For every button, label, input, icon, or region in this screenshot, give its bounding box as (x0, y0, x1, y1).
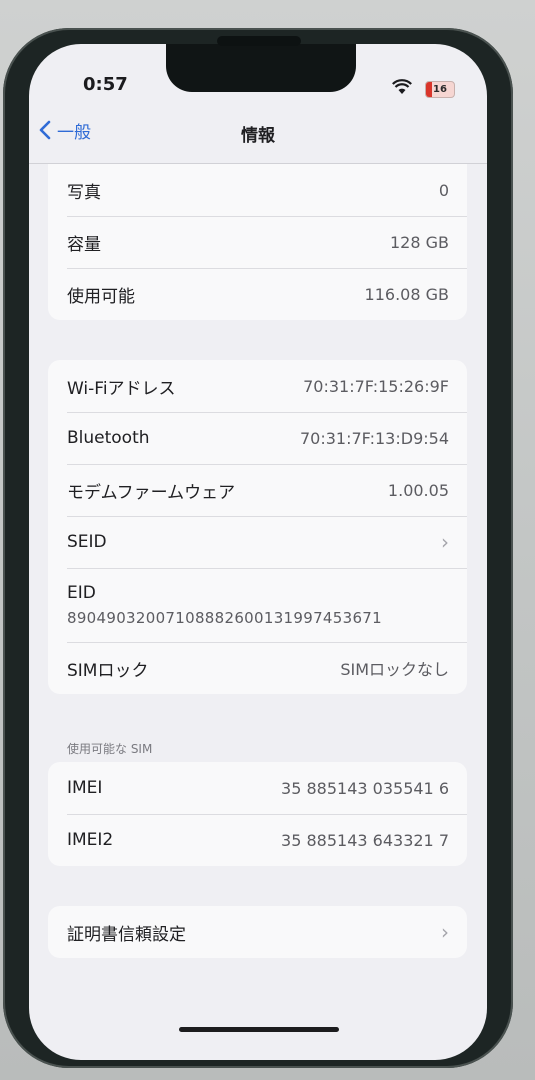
network-group: Wi-Fiアドレス 70:31:7F:15:26:9F Bluetooth 70… (48, 360, 467, 694)
imei2-row: IMEI2 35 885143 643321 7 (48, 814, 467, 866)
eid-row: EID 89049032007108882600131997453671 (48, 568, 467, 642)
certificate-trust-row[interactable]: 証明書信頼設定 › (48, 906, 467, 958)
sim-lock-row: SIMロック SIMロックなし (48, 642, 467, 694)
eid-label: EID (67, 583, 96, 603)
available-row: 使用可能 116.08 GB (48, 268, 467, 320)
screen: 0:57 16 一般 情報 写真 0 容量 128 GB 使用可能 116.08… (29, 44, 487, 1060)
sim-section-header: 使用可能な SIM (67, 742, 153, 756)
status-time: 0:57 (83, 74, 128, 95)
seid-row[interactable]: SEID › (48, 516, 467, 568)
eid-value: 89049032007108882600131997453671 (67, 609, 382, 627)
page-title: 情報 (241, 126, 275, 146)
imei-row: IMEI 35 885143 035541 6 (48, 762, 467, 814)
capacity-value: 128 GB (390, 232, 449, 252)
available-value: 116.08 GB (364, 284, 449, 304)
modem-firmware-row: モデムファームウェア 1.00.05 (48, 464, 467, 516)
imei2-value: 35 885143 643321 7 (281, 830, 449, 850)
bluetooth-value: 70:31:7F:13:D9:54 (299, 428, 449, 448)
sim-lock-label: SIMロック (67, 660, 149, 681)
imei2-label: IMEI2 (67, 830, 114, 850)
sim-lock-value: SIMロックなし (340, 660, 449, 679)
sim-group: IMEI 35 885143 035541 6 IMEI2 35 885143 … (48, 762, 467, 866)
notch (166, 44, 356, 92)
battery-icon: 16 (425, 81, 455, 98)
photos-value: 0 (438, 180, 449, 200)
certificate-group: 証明書信頼設定 › (48, 906, 467, 958)
photos-label: 写真 (67, 182, 101, 203)
bluetooth-row: Bluetooth 70:31:7F:13:D9:54 (48, 412, 467, 464)
wifi-address-label: Wi-Fiアドレス (67, 378, 176, 399)
storage-group: 写真 0 容量 128 GB 使用可能 116.08 GB (48, 164, 467, 320)
imei-value: 35 885143 035541 6 (281, 778, 449, 798)
capacity-row: 容量 128 GB (48, 216, 467, 268)
home-indicator[interactable] (179, 1027, 339, 1032)
imei-label: IMEI (67, 778, 103, 798)
available-label: 使用可能 (67, 286, 135, 307)
speaker-grille (217, 36, 301, 46)
wifi-icon (392, 79, 412, 94)
wifi-address-value: 70:31:7F:15:26:9F (303, 376, 449, 396)
modem-firmware-label: モデムファームウェア (67, 482, 236, 503)
modem-firmware-value: 1.00.05 (387, 480, 449, 500)
certificate-trust-label: 証明書信頼設定 (67, 924, 186, 945)
bluetooth-label: Bluetooth (67, 428, 150, 448)
seid-label: SEID (67, 532, 107, 552)
chevron-right-icon: › (441, 920, 449, 944)
battery-level: 16 (433, 84, 447, 95)
chevron-right-icon: › (441, 530, 449, 554)
wifi-address-row: Wi-Fiアドレス 70:31:7F:15:26:9F (48, 360, 467, 412)
capacity-label: 容量 (67, 234, 101, 255)
photos-row: 写真 0 (48, 164, 467, 216)
